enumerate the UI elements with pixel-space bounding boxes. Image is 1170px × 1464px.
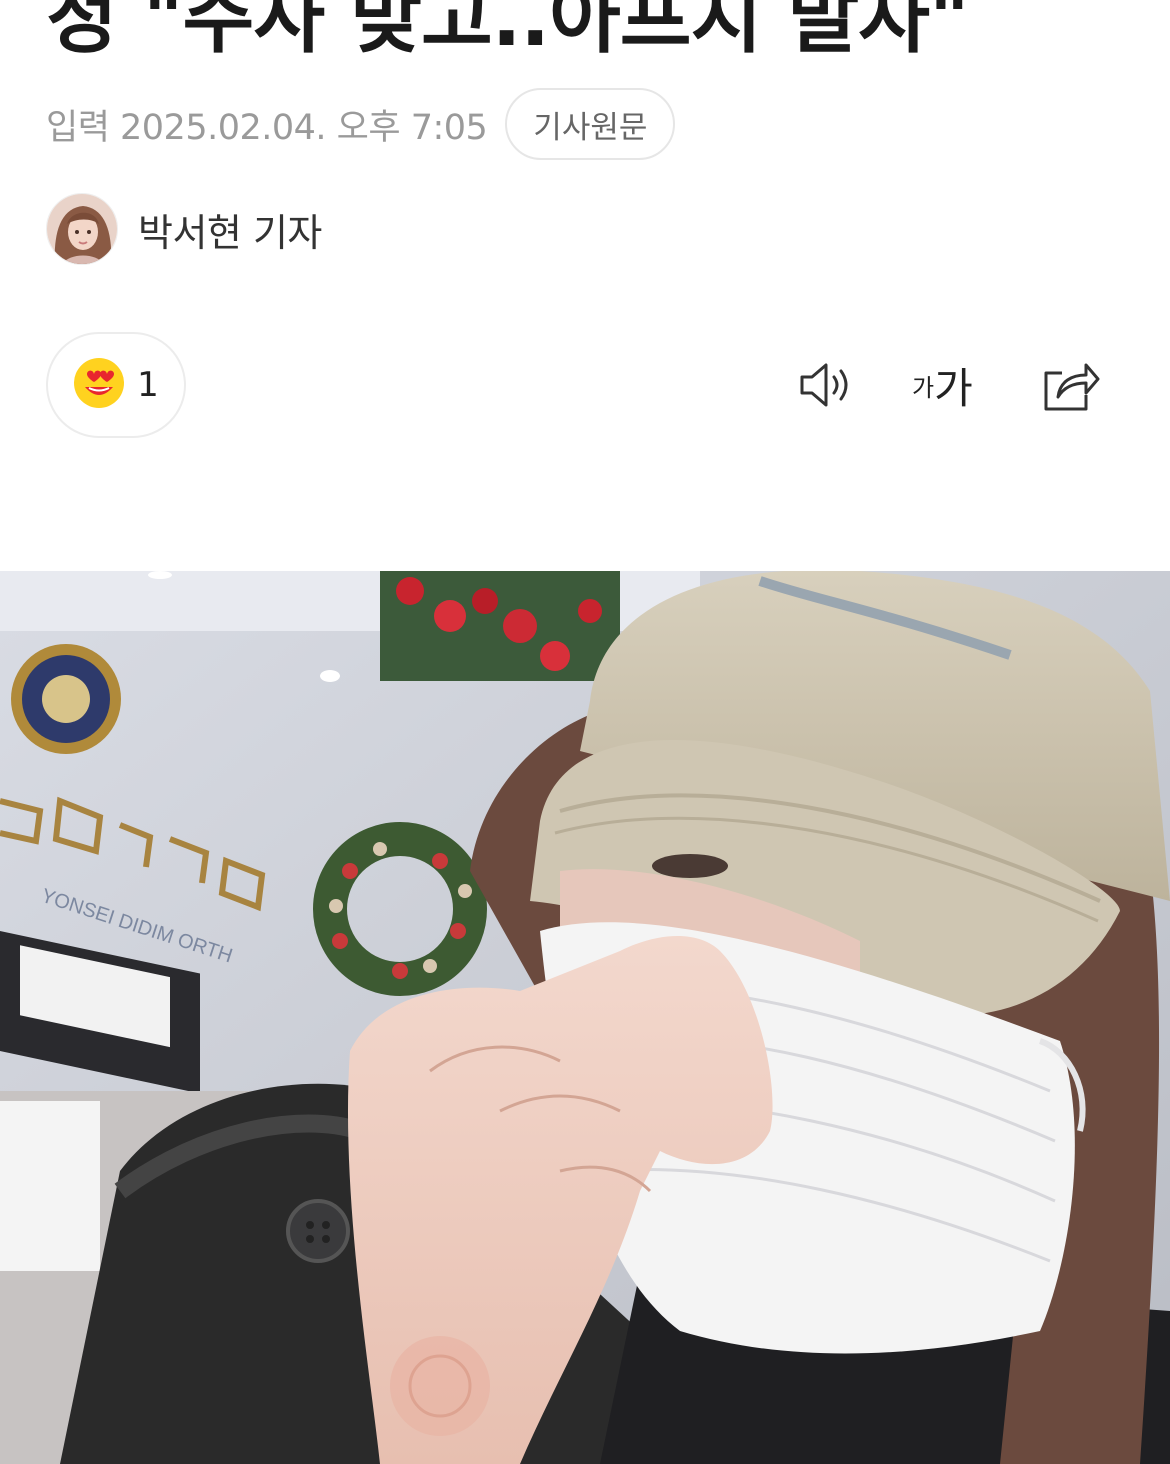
original-article-button[interactable]: 기사원문	[505, 88, 676, 160]
font-large-label: 가	[934, 363, 973, 413]
article-page: 정 "주사 맞고..아프지 말자" 입력 2025.02.04. 오후 7:05…	[0, 0, 1170, 1464]
publish-date: 입력 2025.02.04. 오후 7:05	[46, 107, 488, 148]
reaction-count: 1	[137, 365, 159, 405]
font-size-button[interactable]: 가 가	[912, 355, 984, 415]
speaker-icon[interactable]	[796, 355, 856, 415]
article-meta: 입력 2025.02.04. 오후 7:05 기사원문	[46, 88, 676, 160]
reaction-button[interactable]: 1	[46, 332, 186, 438]
reporter-name[interactable]: 박서현 기자	[138, 202, 322, 257]
heart-eyes-emoji-icon	[73, 357, 125, 413]
article-photo: YONSEI DIDIM ORTH	[0, 571, 1170, 1464]
article-headline: 정 "주사 맞고..아프지 말자"	[46, 0, 970, 64]
reporter-avatar[interactable]	[46, 193, 118, 265]
share-icon[interactable]	[1040, 355, 1102, 415]
font-small-label: 가	[912, 373, 935, 402]
reporter-byline[interactable]: 박서현 기자	[46, 193, 322, 265]
